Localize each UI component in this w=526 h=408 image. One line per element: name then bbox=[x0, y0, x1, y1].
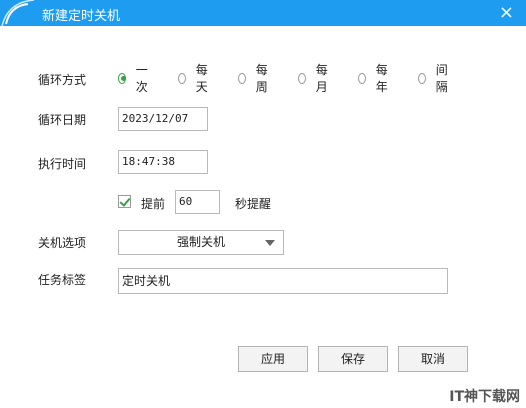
radio-interval[interactable]: 间隔 bbox=[418, 63, 451, 94]
task-label-label: 任务标签 bbox=[38, 273, 87, 287]
shutdown-option-select[interactable]: 强制关机 bbox=[118, 230, 284, 255]
close-icon[interactable]: × bbox=[499, 3, 514, 23]
watermark: IT神下载网 bbox=[449, 389, 520, 405]
reminder-checkbox[interactable] bbox=[118, 195, 131, 208]
radio-once[interactable]: 一次 bbox=[118, 63, 151, 94]
date-input[interactable]: 2023/12/07 bbox=[118, 107, 208, 131]
radio-monthly[interactable]: 每月 bbox=[298, 63, 331, 94]
repeat-date-label: 循环日期 bbox=[38, 113, 87, 127]
time-input[interactable]: 18:47:38 bbox=[118, 150, 208, 174]
radio-dot-icon bbox=[298, 72, 306, 84]
radio-dot-icon bbox=[358, 72, 366, 84]
radio-yearly[interactable]: 每年 bbox=[358, 63, 391, 94]
app-logo-icon bbox=[1, 0, 35, 26]
repeat-mode-label: 循环方式 bbox=[38, 73, 87, 87]
radio-dot-icon bbox=[418, 72, 426, 84]
radio-weekly[interactable]: 每周 bbox=[238, 63, 271, 94]
title-bar: 新建定时关机 × bbox=[0, 0, 526, 26]
reminder-prefix: 提前 bbox=[141, 197, 166, 211]
radio-dot-icon bbox=[178, 72, 186, 84]
chevron-down-icon bbox=[265, 240, 275, 246]
advance-seconds-input[interactable]: 60 bbox=[175, 190, 220, 214]
reminder-suffix: 秒提醒 bbox=[235, 197, 272, 211]
shutdown-option-value: 强制关机 bbox=[176, 235, 225, 249]
radio-dot-icon bbox=[238, 72, 246, 84]
radio-dot-icon bbox=[118, 72, 126, 84]
task-label-input[interactable]: 定时关机 bbox=[118, 268, 448, 294]
cancel-button[interactable]: 取消 bbox=[398, 346, 468, 372]
save-button[interactable]: 保存 bbox=[318, 346, 388, 372]
shutdown-option-label: 关机选项 bbox=[38, 236, 87, 250]
radio-daily[interactable]: 每天 bbox=[178, 63, 211, 94]
window-title: 新建定时关机 bbox=[42, 9, 121, 24]
exec-time-label: 执行时间 bbox=[38, 157, 87, 171]
apply-button[interactable]: 应用 bbox=[238, 346, 308, 372]
